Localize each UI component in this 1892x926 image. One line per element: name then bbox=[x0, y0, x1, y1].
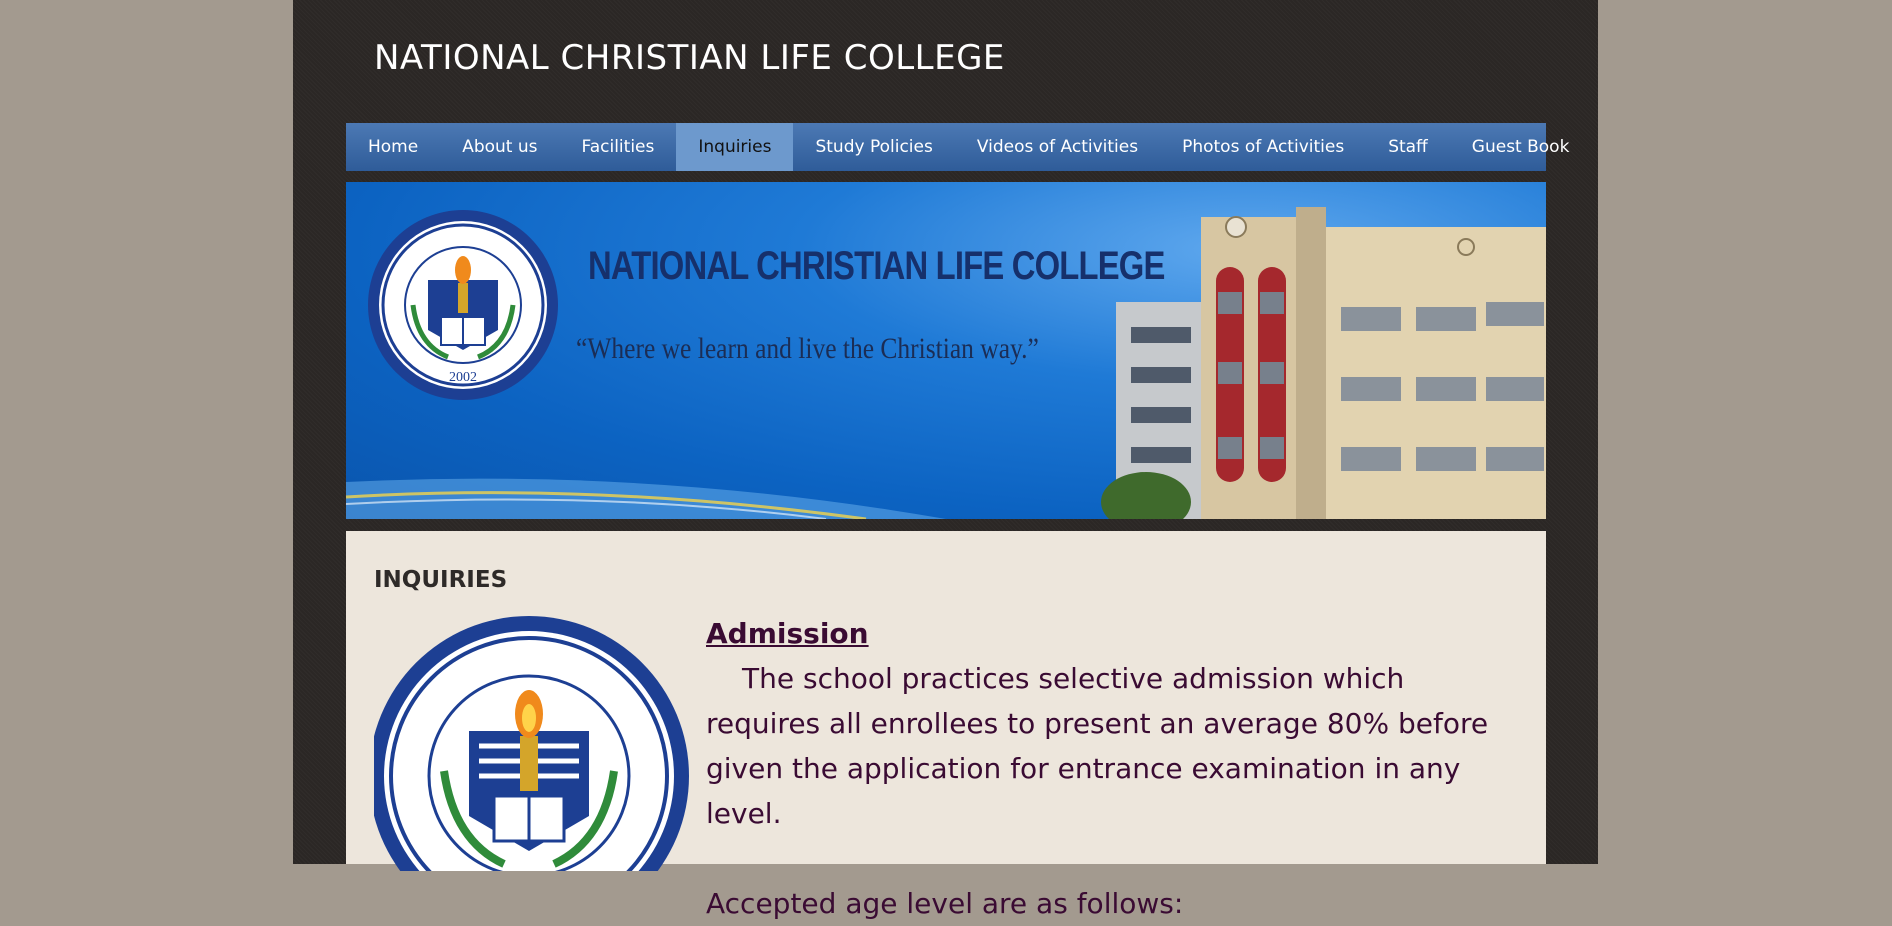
nav-item-videos-of-activities[interactable]: Videos of Activities bbox=[955, 123, 1160, 171]
page-heading: INQUIRIES bbox=[374, 567, 508, 593]
admission-article: Admission The school practices selective… bbox=[706, 611, 1526, 926]
admission-heading: Admission bbox=[706, 617, 869, 650]
banner-tagline: “Where we learn and live the Christian w… bbox=[576, 332, 1039, 365]
nav-item-home[interactable]: Home bbox=[346, 123, 440, 171]
banner-seal-year: 2002 bbox=[449, 370, 477, 385]
site-title[interactable]: NATIONAL CHRISTIAN LIFE COLLEGE bbox=[374, 38, 1005, 78]
nav-item-guest-book[interactable]: Guest Book bbox=[1450, 123, 1592, 171]
header-banner: 2002 NATIONAL CHRISTIAN LIFE COLLEGE “Wh… bbox=[346, 182, 1546, 519]
banner-seal-logo: 2002 bbox=[368, 210, 558, 400]
building-image bbox=[1101, 207, 1546, 519]
nav-item-study-policies[interactable]: Study Policies bbox=[793, 123, 954, 171]
main-content: INQUIRIES Admission The school practices bbox=[346, 531, 1546, 920]
nav-item-inquiries[interactable]: Inquiries bbox=[676, 123, 794, 171]
banner-title: NATIONAL CHRISTIAN LIFE COLLEGE bbox=[588, 244, 1165, 288]
nav-item-about-us[interactable]: About us bbox=[440, 123, 559, 171]
admission-paragraph: The school practices selective admission… bbox=[706, 662, 1489, 830]
college-seal-logo bbox=[374, 616, 689, 871]
nav-item-photos-of-activities[interactable]: Photos of Activities bbox=[1160, 123, 1366, 171]
page-container: NATIONAL CHRISTIAN LIFE COLLEGE Home Abo… bbox=[293, 0, 1598, 920]
nav-item-facilities[interactable]: Facilities bbox=[560, 123, 677, 171]
main-nav: Home About us Facilities Inquiries Study… bbox=[346, 123, 1569, 171]
nav-item-staff[interactable]: Staff bbox=[1366, 123, 1450, 171]
age-levels-intro: Accepted age level are as follows: bbox=[706, 887, 1184, 920]
